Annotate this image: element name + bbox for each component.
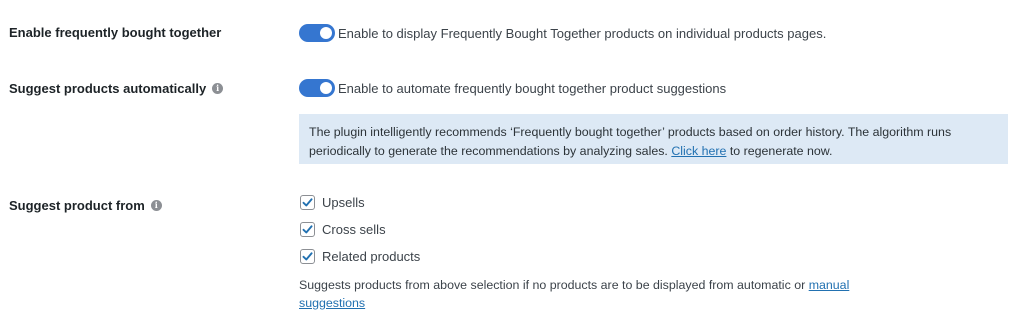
option-upsells[interactable]: Upsells xyxy=(300,195,365,210)
fbt-toggle-description: Enable to display Frequently Bought Toge… xyxy=(338,25,827,41)
checkmark-icon xyxy=(302,198,313,207)
auto-setting: Enable to automate frequently bought tog… xyxy=(299,79,726,97)
option-cross-sells[interactable]: Cross sells xyxy=(300,222,386,237)
source-label-text: Suggest product from xyxy=(9,198,145,213)
upsells-label: Upsells xyxy=(322,195,365,210)
upsells-checkbox[interactable] xyxy=(300,195,315,210)
fbt-toggle[interactable] xyxy=(299,24,335,42)
toggle-knob xyxy=(320,82,332,94)
cross-sells-checkbox[interactable] xyxy=(300,222,315,237)
checkmark-icon xyxy=(302,252,313,261)
notice-text: The plugin intelligently recommends ‘Fre… xyxy=(309,125,952,158)
related-products-checkbox[interactable] xyxy=(300,249,315,264)
fbt-setting: Enable to display Frequently Bought Toge… xyxy=(299,24,826,42)
auto-toggle-description: Enable to automate frequently bought tog… xyxy=(338,80,727,96)
source-description: Suggests products from above selection i… xyxy=(299,276,899,312)
fbt-label-text: Enable frequently bought together xyxy=(9,25,222,40)
cross-sells-label: Cross sells xyxy=(322,222,386,237)
notice-text-after: to regenerate now. xyxy=(729,144,833,158)
auto-toggle[interactable] xyxy=(299,79,335,97)
option-related-products[interactable]: Related products xyxy=(300,249,420,264)
checkmark-icon xyxy=(302,225,313,234)
auto-label: Suggest products automatically i xyxy=(9,81,224,96)
recommendation-notice: The plugin intelligently recommends ‘Fre… xyxy=(299,114,1008,164)
toggle-knob xyxy=(320,27,332,39)
info-icon[interactable]: i xyxy=(212,83,224,94)
regenerate-link[interactable]: Click here xyxy=(671,144,726,158)
fbt-label: Enable frequently bought together xyxy=(9,25,221,40)
info-icon[interactable]: i xyxy=(150,200,162,211)
auto-label-text: Suggest products automatically xyxy=(9,81,207,96)
source-description-text: Suggests products from above selection i… xyxy=(299,278,806,292)
related-products-label: Related products xyxy=(322,249,421,264)
source-label: Suggest product from i xyxy=(9,198,162,213)
